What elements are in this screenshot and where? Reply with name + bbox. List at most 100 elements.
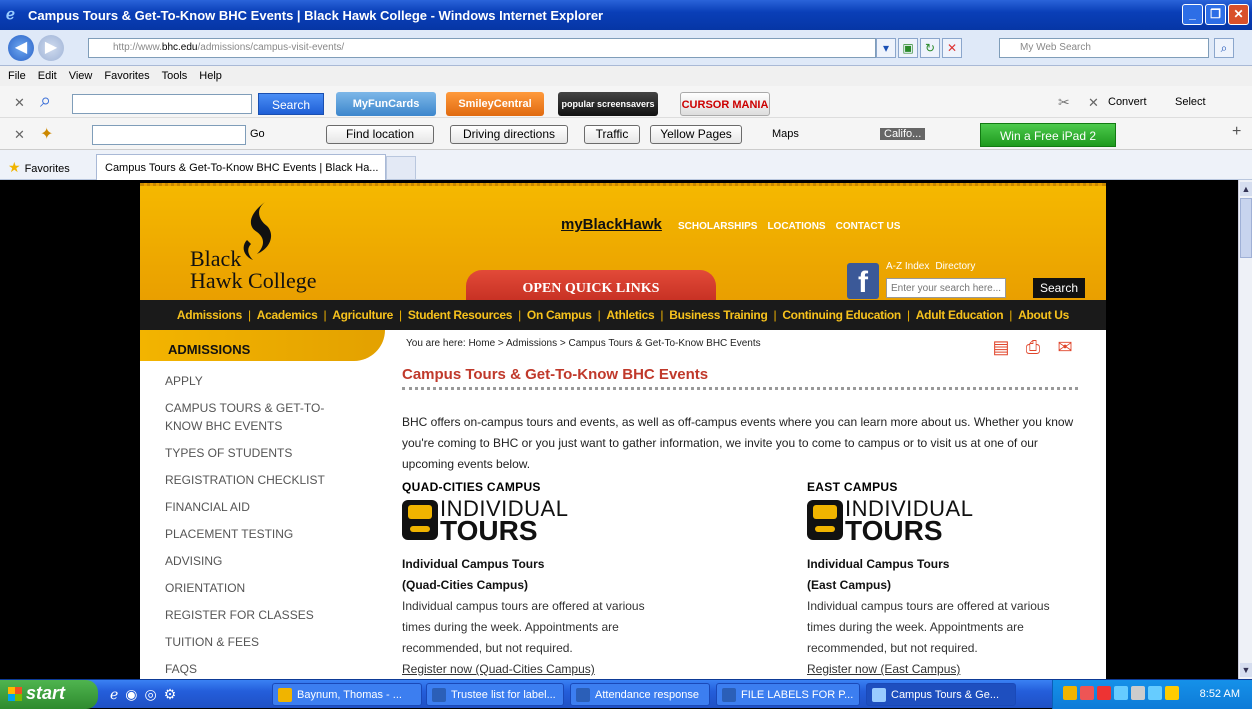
locations-link[interactable]: LOCATIONS	[767, 221, 825, 232]
myfuncards-button[interactable]: MyFunCards	[336, 92, 436, 116]
az-index-link[interactable]: A-Z Index	[886, 261, 929, 272]
sidebar-item-types-of-students[interactable]: TYPES OF STUDENTS	[165, 444, 355, 462]
url-dropdown-icon[interactable]: ▾	[876, 38, 896, 58]
nav-adult-education[interactable]: Adult Education	[916, 308, 1004, 322]
add-toolbar-icon[interactable]: +	[1232, 123, 1241, 141]
yellow-pages-button[interactable]: Yellow Pages	[650, 125, 742, 144]
convert-button[interactable]: Convert	[1108, 96, 1147, 108]
menu-favorites[interactable]: Favorites	[104, 70, 149, 82]
nav-academics[interactable]: Academics	[257, 308, 318, 322]
find-location-button[interactable]: Find location	[326, 125, 434, 144]
menu-view[interactable]: View	[69, 70, 93, 82]
close-toolbar2-icon[interactable]: ✕	[14, 127, 25, 143]
tray-network-icon[interactable]	[1114, 686, 1128, 700]
sidebar-item-financial-aid[interactable]: FINANCIAL AID	[165, 498, 355, 516]
task-attendance[interactable]: Attendance response	[570, 683, 710, 706]
sidebar-item-registration-checklist[interactable]: REGISTRATION CHECKLIST	[165, 471, 355, 489]
nav-student-resources[interactable]: Student Resources	[408, 308, 513, 322]
facebook-icon[interactable]: f	[847, 263, 879, 299]
menu-file[interactable]: File	[8, 70, 26, 82]
sidebar-item-register-for-classes[interactable]: REGISTER FOR CLASSES	[165, 606, 355, 624]
smileycentral-button[interactable]: SmileyCentral	[446, 92, 544, 116]
vertical-scrollbar[interactable]: ▲ ▼	[1238, 180, 1252, 679]
myblackhawk-link[interactable]: myBlackHawk	[561, 216, 662, 233]
minimize-button[interactable]: _	[1182, 4, 1203, 25]
nav-agriculture[interactable]: Agriculture	[332, 308, 393, 322]
tray-app-icon[interactable]	[1080, 686, 1094, 700]
sidebar-item-orientation[interactable]: ORIENTATION	[165, 579, 355, 597]
close-toolbar-icon[interactable]: ✕	[14, 95, 25, 111]
task-campus-tours[interactable]: Campus Tours & Ge...	[866, 683, 1016, 706]
web-search-input[interactable]: My Web Search	[999, 38, 1209, 58]
scroll-up-icon[interactable]: ▲	[1240, 182, 1252, 196]
maps-button[interactable]: Maps	[772, 128, 799, 140]
menu-edit[interactable]: Edit	[38, 70, 57, 82]
directory-link[interactable]: Directory	[935, 261, 975, 272]
nav-on-campus[interactable]: On Campus	[527, 308, 592, 322]
email-icon[interactable]: ✉	[1054, 336, 1076, 358]
go-button[interactable]: Go	[250, 128, 265, 140]
toolbar-search-button[interactable]: Search	[258, 93, 324, 115]
nav-continuing-education[interactable]: Continuing Education	[782, 308, 901, 322]
scissors-icon[interactable]: ✂	[1058, 94, 1070, 111]
sidebar-item-advising[interactable]: ADVISING	[165, 552, 355, 570]
favorites-button[interactable]: ★ Favorites	[8, 159, 70, 176]
close-button[interactable]: ✕	[1228, 4, 1249, 25]
nav-admissions[interactable]: Admissions	[177, 308, 242, 322]
driving-directions-button[interactable]: Driving directions	[450, 125, 568, 144]
register-quad-cities-link[interactable]: Register now (Quad-Cities Campus)	[402, 659, 672, 679]
menu-help[interactable]: Help	[199, 70, 222, 82]
app-quicklaunch-icon[interactable]: ⚙	[164, 686, 177, 703]
sidebar-item-faqs[interactable]: FAQS	[165, 660, 355, 678]
toolbar-search-input[interactable]	[72, 94, 252, 114]
scrollbar-thumb[interactable]	[1240, 198, 1252, 258]
pdf-icon[interactable]: ▤	[990, 336, 1012, 358]
site-search-input[interactable]	[886, 278, 1006, 298]
forward-button[interactable]: ▶	[38, 35, 64, 61]
select-button[interactable]: Select	[1175, 96, 1206, 108]
maximize-button[interactable]: ❐	[1205, 4, 1226, 25]
nav-business-training[interactable]: Business Training	[669, 308, 768, 322]
outlook-quicklaunch-icon[interactable]: ◉	[125, 686, 137, 703]
cursor-mania-button[interactable]: CURSOR MANIA	[680, 92, 770, 116]
close-convert-icon[interactable]: ✕	[1088, 95, 1099, 111]
menu-tools[interactable]: Tools	[162, 70, 188, 82]
location-input[interactable]	[92, 125, 246, 145]
sidebar-item-tuition-fees[interactable]: TUITION & FEES	[165, 633, 355, 651]
tray-app-icon[interactable]	[1097, 686, 1111, 700]
traffic-button[interactable]: Traffic	[584, 125, 640, 144]
task-outlook[interactable]: Baynum, Thomas - ...	[272, 683, 422, 706]
nav-athletics[interactable]: Athletics	[606, 308, 654, 322]
sidebar-item-apply[interactable]: APPLY	[165, 372, 355, 390]
new-tab-button[interactable]	[386, 156, 416, 180]
sidebar-item-placement-testing[interactable]: PLACEMENT TESTING	[165, 525, 355, 543]
sidebar-item-campus-tours[interactable]: CAMPUS TOURS & GET-TO-KNOW BHC EVENTS	[165, 399, 355, 435]
task-trustee[interactable]: Trustee list for label...	[426, 683, 564, 706]
desktop-quicklaunch-icon[interactable]: ◎	[145, 686, 157, 703]
register-east-link[interactable]: Register now (East Campus)	[807, 659, 1077, 679]
task-file-labels[interactable]: FILE LABELS FOR P...	[716, 683, 860, 706]
tray-app-icon[interactable]	[1165, 686, 1179, 700]
stop-icon[interactable]: ✕	[942, 38, 962, 58]
college-logo[interactable]: Black Hawk College	[190, 248, 316, 292]
scroll-down-icon[interactable]: ▼	[1240, 663, 1252, 677]
back-button[interactable]: ◀	[8, 35, 34, 61]
win-ipad-button[interactable]: Win a Free iPad 2	[980, 123, 1116, 147]
scholarships-link[interactable]: SCHOLARSHIPS	[678, 221, 757, 232]
compat-icon[interactable]: ▣	[898, 38, 918, 58]
screensavers-button[interactable]: popular screensavers	[558, 92, 658, 116]
tray-volume-icon[interactable]	[1131, 686, 1145, 700]
contact-us-link[interactable]: CONTACT US	[836, 221, 901, 232]
tab-campus-tours[interactable]: Campus Tours & Get-To-Know BHC Events | …	[96, 154, 386, 180]
start-button[interactable]: start	[0, 680, 98, 709]
tray-app-icon[interactable]	[1063, 686, 1077, 700]
site-search-button[interactable]: Search	[1033, 278, 1085, 298]
ie-quicklaunch-icon[interactable]: ℯ	[110, 686, 118, 703]
location-dropdown[interactable]: Califo...	[880, 128, 926, 140]
tray-app-icon[interactable]	[1148, 686, 1162, 700]
print-icon[interactable]: ⎙	[1022, 336, 1044, 358]
open-quick-links-button[interactable]: OPEN QUICK LINKS	[466, 270, 716, 303]
search-icon[interactable]: ⌕	[1214, 38, 1234, 58]
nav-about-us[interactable]: About Us	[1018, 308, 1069, 322]
url-input[interactable]: http://www.bhc.edu/admissions/campus-vis…	[88, 38, 876, 58]
